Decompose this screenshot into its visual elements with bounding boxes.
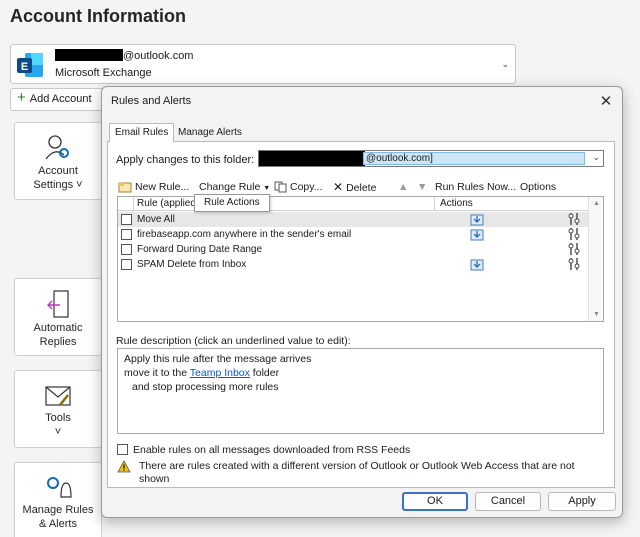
column-rule[interactable]: Rule (applied [137, 198, 196, 209]
move-to-folder-icon [470, 229, 484, 241]
arrow-up-icon: ▲ [398, 181, 409, 193]
rule-name: Move All [137, 214, 175, 225]
delete-button[interactable]: ✕ Delete [333, 178, 376, 196]
automatic-replies-tile[interactable]: Automatic Replies [14, 278, 102, 356]
rule-settings-icon[interactable] [568, 242, 580, 256]
rule-checkbox[interactable] [121, 229, 132, 240]
warning-text: There are rules created with a different… [139, 460, 575, 485]
copy-button[interactable]: Copy... [274, 178, 322, 196]
arrow-down-icon: ▼ [417, 181, 428, 193]
rule-settings-icon[interactable] [568, 212, 580, 226]
caret-down-icon: ▼ [263, 185, 271, 192]
warning-icon [117, 460, 131, 473]
rule-checkbox[interactable] [121, 244, 132, 255]
rule-settings-icon[interactable] [568, 257, 580, 271]
rule-checkbox[interactable] [121, 259, 132, 270]
rss-rules-checkbox[interactable]: Enable rules on all messages downloaded … [117, 444, 410, 456]
move-to-folder-icon [470, 259, 484, 271]
tab-manage-alerts[interactable]: Manage Alerts [172, 123, 248, 142]
folder-selected-value: @outlook.com] [363, 152, 585, 165]
delete-icon: ✕ [333, 180, 344, 194]
rule-name: Forward During Date Range [137, 244, 263, 255]
redacted-block [55, 49, 123, 61]
apply-button[interactable]: Apply [548, 492, 616, 511]
email-rules-panel: Apply changes to this folder: @outlook.c… [107, 141, 615, 488]
account-email: @outlook.com [55, 49, 193, 62]
tools-tile[interactable]: Tools ˅ [14, 370, 102, 448]
copy-icon [274, 181, 287, 193]
rule-settings-icon[interactable] [568, 227, 580, 241]
table-row[interactable]: SPAM Delete from Inbox [118, 257, 588, 272]
rule-description-label: Rule description (click an underlined va… [116, 335, 351, 347]
rule-description-box: Apply this rule after the message arrive… [117, 348, 604, 434]
move-down-button[interactable]: ▼ [417, 178, 427, 196]
chevron-down-icon: ⌄ [501, 59, 509, 69]
rule-name: SPAM Delete from Inbox [137, 259, 247, 270]
svg-text:E: E [21, 61, 28, 73]
rule-checkbox[interactable] [121, 214, 132, 225]
new-rule-button[interactable]: New Rule... [118, 178, 189, 196]
move-up-button[interactable]: ▲ [398, 178, 408, 196]
rules-list: Rule (applied Actions Move All firebaseap… [117, 196, 604, 322]
account-settings-icon [45, 135, 69, 160]
rule-name: firebaseapp.com anywhere in the sender's… [137, 229, 352, 240]
automatic-replies-icon [47, 290, 69, 318]
manage-rules-alerts-tile[interactable]: Manage Rules & Alerts [14, 462, 102, 537]
folder-link[interactable]: Teamp Inbox [190, 367, 250, 379]
table-row[interactable]: Move All [118, 212, 588, 227]
scroll-down-icon[interactable]: ▼ [593, 311, 600, 318]
run-rules-now-button[interactable]: Run Rules Now... [435, 178, 516, 196]
rule-actions-tooltip: Rule Actions [194, 194, 270, 212]
options-button[interactable]: Options [520, 178, 556, 196]
close-icon[interactable]: ✕ [598, 92, 614, 110]
dialog-title: Rules and Alerts [111, 95, 192, 107]
move-to-folder-icon [470, 214, 484, 226]
account-selector[interactable]: E @outlook.com Microsoft Exchange ⌄ [10, 44, 516, 84]
ok-button[interactable]: OK [402, 492, 468, 511]
rules-and-alerts-dialog: Rules and Alerts ✕ Email Rules Manage Al… [101, 86, 623, 518]
rules-scrollbar[interactable]: ▲ ▼ [588, 197, 603, 321]
new-rule-icon [118, 182, 132, 193]
redacted-block [259, 151, 365, 166]
column-actions[interactable]: Actions [440, 198, 473, 209]
checkbox[interactable] [117, 444, 128, 455]
rules-toolbar: New Rule... Change Rule ▼ Copy... ✕ Delete… [114, 178, 610, 196]
rules-list-header: Rule (applied Actions [118, 197, 588, 211]
table-row[interactable]: firebaseapp.com anywhere in the sender's… [118, 227, 588, 242]
page-title: Account Information [10, 6, 186, 26]
manage-rules-icon [47, 477, 72, 498]
chevron-down-icon[interactable]: ⌄ [592, 152, 600, 163]
account-type: Microsoft Exchange [55, 67, 152, 79]
scroll-up-icon[interactable]: ▲ [593, 200, 600, 207]
plus-icon: + [17, 89, 26, 106]
tools-icon [45, 386, 71, 406]
tab-email-rules[interactable]: Email Rules [109, 123, 175, 142]
apply-folder-label: Apply changes to this folder: [116, 154, 255, 166]
account-settings-tile[interactable]: Account Settings ˅ [14, 122, 102, 200]
cancel-button[interactable]: Cancel [475, 492, 541, 511]
table-row[interactable]: Forward During Date Range [118, 242, 588, 257]
exchange-icon: E [17, 53, 43, 77]
folder-select[interactable]: @outlook.com] ⌄ [258, 150, 604, 167]
